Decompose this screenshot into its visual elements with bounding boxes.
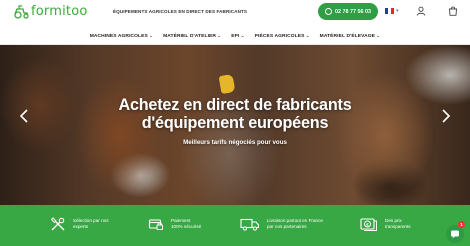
chevron-down-icon: ⌄ bbox=[148, 34, 154, 39]
card-lock-icon bbox=[148, 219, 163, 230]
hero-subtitle: Meilleurs tarifs négociés pour vous bbox=[183, 139, 287, 146]
chevron-down-icon: ⌄ bbox=[240, 34, 245, 39]
features-band: Sélection par nos experts Paiement 100% … bbox=[0, 205, 470, 246]
svg-text:€: € bbox=[366, 222, 369, 227]
nav-label: MATÉRIEL D'ÉLEVAGE bbox=[319, 34, 376, 39]
language-selector[interactable]: ▾ bbox=[385, 8, 399, 14]
nav-label: MACHINES AGRICOLES bbox=[89, 34, 148, 39]
feature-prices: € Des prix transparents bbox=[360, 216, 411, 232]
main-nav: MACHINES AGRICOLES⌄ MATÉRIEL D'ATELIER⌄ … bbox=[0, 29, 470, 43]
phone-number: 02 78 77 56 03 bbox=[335, 8, 371, 15]
logo[interactable]: formitoo bbox=[13, 4, 88, 19]
price-tag-icon: € bbox=[360, 218, 377, 231]
nav-label: EPI bbox=[231, 34, 240, 39]
nav-item-machines-agricoles[interactable]: MACHINES AGRICOLES⌄ bbox=[90, 33, 153, 39]
tractor-logo-icon bbox=[14, 4, 29, 19]
cart-icon[interactable] bbox=[448, 6, 458, 16]
carousel-next-icon[interactable] bbox=[441, 109, 451, 123]
tools-icon bbox=[50, 217, 65, 231]
hero-title-line-1: Achetez en direct de fabricants bbox=[118, 96, 352, 114]
feature-text: Paiement 100% sécurisé bbox=[171, 218, 202, 229]
chevron-down-icon: ▾ bbox=[396, 8, 399, 14]
feature-text: Des prix transparents bbox=[385, 218, 411, 229]
notification-badge: 1 bbox=[458, 221, 465, 228]
nav-item-pieces-agricoles[interactable]: PIÈCES AGRICOLES⌄ bbox=[255, 33, 310, 39]
phone-button[interactable]: 02 78 77 56 03 bbox=[318, 3, 378, 20]
carousel-prev-icon[interactable] bbox=[19, 109, 29, 123]
whatsapp-icon bbox=[325, 8, 332, 15]
nav-label: MATÉRIEL D'ATELIER bbox=[163, 34, 217, 39]
nav-item-materiel-elevage[interactable]: MATÉRIEL D'ÉLEVAGE⌄ bbox=[320, 33, 381, 39]
french-flag-icon bbox=[385, 8, 394, 14]
feature-payment: Paiement 100% sécurisé bbox=[148, 216, 201, 232]
hero-title: Achetez en direct de fabricants d'équipe… bbox=[0, 96, 470, 132]
top-bar: formitoo ÉQUIPEMENTS AGRICOLES EN DIRECT… bbox=[0, 0, 470, 26]
feature-selection: Sélection par nos experts bbox=[50, 216, 109, 232]
feature-text: Livraison partout en France par nos part… bbox=[267, 218, 323, 229]
feature-text: Sélection par nos experts bbox=[73, 218, 109, 229]
hero-title-line-2: d'équipement européens bbox=[141, 114, 329, 132]
chevron-down-icon: ⌄ bbox=[305, 34, 310, 39]
feature-delivery: Livraison partout en France par nos part… bbox=[240, 216, 323, 232]
chevron-down-icon: ⌄ bbox=[217, 34, 222, 39]
brand-name: formitoo bbox=[31, 4, 88, 19]
chevron-down-icon: ⌄ bbox=[376, 34, 381, 39]
nav-item-materiel-atelier[interactable]: MATÉRIEL D'ATELIER⌄ bbox=[163, 33, 221, 39]
chat-icon bbox=[451, 230, 459, 239]
nav-label: PIÈCES AGRICOLES bbox=[254, 34, 305, 39]
account-icon[interactable] bbox=[416, 6, 426, 16]
hero-banner: Achetez en direct de fabricants d'équipe… bbox=[0, 45, 470, 205]
nav-item-epi[interactable]: EPI⌄ bbox=[231, 33, 244, 39]
page: formitoo ÉQUIPEMENTS AGRICOLES EN DIRECT… bbox=[0, 0, 470, 246]
delivery-truck-icon bbox=[240, 218, 260, 231]
brand-tagline: ÉQUIPEMENTS AGRICOLES EN DIRECT DES FABR… bbox=[113, 9, 248, 14]
